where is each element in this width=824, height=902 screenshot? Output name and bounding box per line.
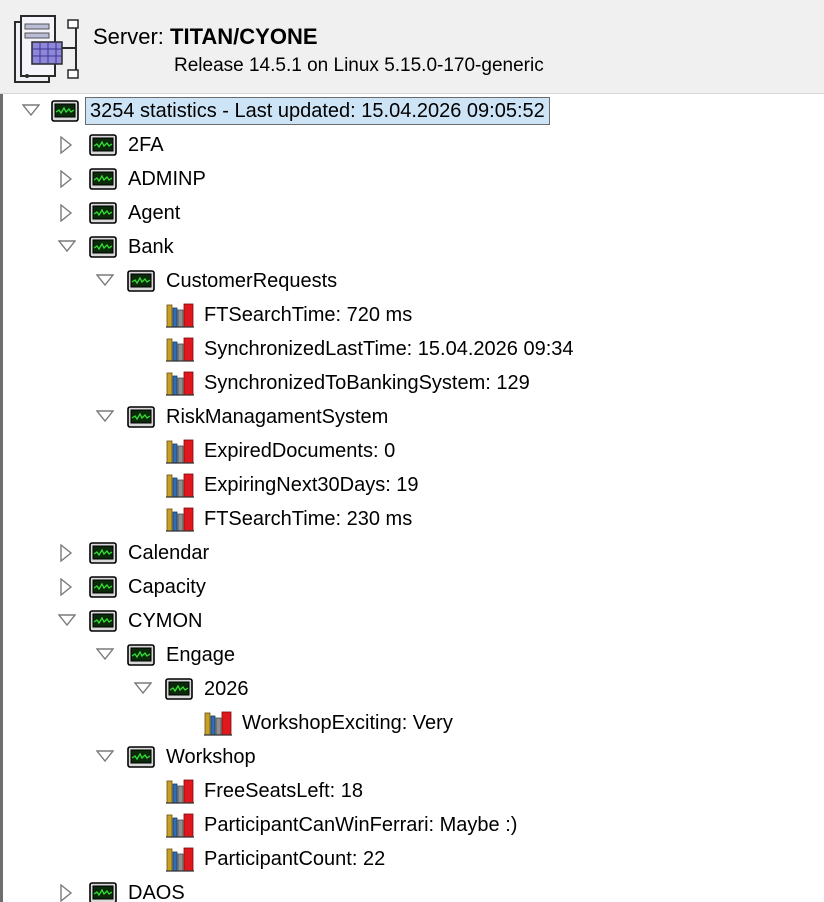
monitor-icon bbox=[165, 678, 193, 700]
tree-row-stat[interactable]: ExpiredDocuments: 0 bbox=[3, 434, 824, 468]
monitor-icon bbox=[89, 610, 117, 632]
expand-toggle[interactable] bbox=[56, 196, 78, 230]
tree-row-agent[interactable]: Agent bbox=[3, 196, 824, 230]
tree-label-workshop[interactable]: Workshop bbox=[166, 744, 256, 770]
monitor-icon bbox=[89, 134, 117, 156]
tree-row-calendar[interactable]: Calendar bbox=[3, 536, 824, 570]
monitor-icon bbox=[127, 406, 155, 428]
tree-row-stat[interactable]: SynchronizedToBankingSystem: 129 bbox=[3, 366, 824, 400]
server-icon bbox=[14, 15, 79, 83]
stat-label[interactable]: SynchronizedLastTime: 15.04.2026 09:34 bbox=[204, 336, 574, 362]
tree-row-root[interactable]: 3254 statistics - Last updated: 15.04.20… bbox=[3, 94, 824, 128]
tree-label-2026[interactable]: 2026 bbox=[204, 676, 249, 702]
tree-row-stat[interactable]: FreeSeatsLeft: 18 bbox=[3, 774, 824, 808]
tree-label-customer-requests[interactable]: CustomerRequests bbox=[166, 268, 337, 294]
stat-label[interactable]: SynchronizedToBankingSystem: 129 bbox=[204, 370, 530, 396]
collapse-toggle[interactable] bbox=[94, 400, 116, 434]
expand-toggle[interactable] bbox=[56, 876, 78, 902]
monitor-icon bbox=[89, 882, 117, 902]
tree-row-adminp[interactable]: ADMINP bbox=[3, 162, 824, 196]
stat-label[interactable]: ExpiredDocuments: 0 bbox=[204, 438, 395, 464]
tree-row-capacity[interactable]: Capacity bbox=[3, 570, 824, 604]
bar-chart-icon bbox=[203, 710, 233, 736]
stat-label[interactable]: ParticipantCount: 22 bbox=[204, 846, 385, 872]
tree-label-cymon[interactable]: CYMON bbox=[128, 608, 202, 634]
bar-chart-icon bbox=[165, 302, 195, 328]
tree-label-daos[interactable]: DAOS bbox=[128, 880, 185, 902]
stat-label[interactable]: FreeSeatsLeft: 18 bbox=[204, 778, 363, 804]
tree-row-2026[interactable]: 2026 bbox=[3, 672, 824, 706]
tree-row-stat[interactable]: ParticipantCount: 22 bbox=[3, 842, 824, 876]
stat-label[interactable]: ParticipantCanWinFerrari: Maybe :) bbox=[204, 812, 517, 838]
tree-row-stat[interactable]: SynchronizedLastTime: 15.04.2026 09:34 bbox=[3, 332, 824, 366]
tree-row-stat[interactable]: ParticipantCanWinFerrari: Maybe :) bbox=[3, 808, 824, 842]
tree-row-customer-requests[interactable]: CustomerRequests bbox=[3, 264, 824, 298]
collapse-toggle[interactable] bbox=[94, 638, 116, 672]
collapse-toggle[interactable] bbox=[94, 740, 116, 774]
tree-label-calendar[interactable]: Calendar bbox=[128, 540, 209, 566]
bar-chart-icon bbox=[165, 370, 195, 396]
expand-toggle[interactable] bbox=[56, 162, 78, 196]
bar-chart-icon bbox=[165, 846, 195, 872]
tree-row-stat[interactable]: ExpiringNext30Days: 19 bbox=[3, 468, 824, 502]
server-header: Server: TITAN/CYONE Release 14.5.1 on Li… bbox=[0, 0, 824, 94]
monitor-icon bbox=[51, 100, 79, 122]
monitor-icon bbox=[127, 746, 155, 768]
tree-label-engage[interactable]: Engage bbox=[166, 642, 235, 668]
server-prefix: Server: bbox=[93, 24, 164, 49]
monitor-icon bbox=[89, 236, 117, 258]
tree-label-agent[interactable]: Agent bbox=[128, 200, 180, 226]
collapse-toggle[interactable] bbox=[20, 94, 42, 128]
tree-label-adminp[interactable]: ADMINP bbox=[128, 166, 206, 192]
bar-chart-icon bbox=[165, 336, 195, 362]
tree-row-risk-managament-system[interactable]: RiskManagamentSystem bbox=[3, 400, 824, 434]
bar-chart-icon bbox=[165, 506, 195, 532]
monitor-icon bbox=[89, 542, 117, 564]
monitor-icon bbox=[127, 270, 155, 292]
stat-label[interactable]: ExpiringNext30Days: 19 bbox=[204, 472, 419, 498]
tree-row-engage[interactable]: Engage bbox=[3, 638, 824, 672]
tree-row-2fa[interactable]: 2FA bbox=[3, 128, 824, 162]
tree-label-bank[interactable]: Bank bbox=[128, 234, 174, 260]
collapse-toggle[interactable] bbox=[132, 672, 154, 706]
expand-toggle[interactable] bbox=[56, 536, 78, 570]
monitor-icon bbox=[89, 576, 117, 598]
tree-row-stat[interactable]: FTSearchTime: 720 ms bbox=[3, 298, 824, 332]
collapse-toggle[interactable] bbox=[94, 264, 116, 298]
expand-toggle[interactable] bbox=[56, 128, 78, 162]
tree-label-risk[interactable]: RiskManagamentSystem bbox=[166, 404, 388, 430]
tree-row-cymon[interactable]: CYMON bbox=[3, 604, 824, 638]
collapse-toggle[interactable] bbox=[56, 604, 78, 638]
tree-row-workshop[interactable]: Workshop bbox=[3, 740, 824, 774]
bar-chart-icon bbox=[165, 778, 195, 804]
server-name: TITAN/CYONE bbox=[170, 24, 318, 49]
monitor-icon bbox=[89, 202, 117, 224]
tree-row-daos[interactable]: DAOS bbox=[3, 876, 824, 902]
bar-chart-icon bbox=[165, 812, 195, 838]
bar-chart-icon bbox=[165, 438, 195, 464]
expand-toggle[interactable] bbox=[56, 570, 78, 604]
tree-label-root[interactable]: 3254 statistics - Last updated: 15.04.20… bbox=[85, 97, 550, 125]
server-title: Server: TITAN/CYONE bbox=[93, 24, 318, 50]
tree-row-stat[interactable]: WorkshopExciting: Very bbox=[3, 706, 824, 740]
stat-label[interactable]: WorkshopExciting: Very bbox=[242, 710, 453, 736]
monitor-icon bbox=[89, 168, 117, 190]
stat-label[interactable]: FTSearchTime: 230 ms bbox=[204, 506, 412, 532]
server-release: Release 14.5.1 on Linux 5.15.0-170-gener… bbox=[174, 55, 544, 76]
tree-label-capacity[interactable]: Capacity bbox=[128, 574, 206, 600]
monitor-icon bbox=[127, 644, 155, 666]
tree-label-2fa[interactable]: 2FA bbox=[128, 132, 164, 158]
bar-chart-icon bbox=[165, 472, 195, 498]
stat-label[interactable]: FTSearchTime: 720 ms bbox=[204, 302, 412, 328]
statistics-tree[interactable]: 3254 statistics - Last updated: 15.04.20… bbox=[0, 94, 824, 902]
collapse-toggle[interactable] bbox=[56, 230, 78, 264]
tree-row-bank[interactable]: Bank bbox=[3, 230, 824, 264]
tree-row-stat[interactable]: FTSearchTime: 230 ms bbox=[3, 502, 824, 536]
